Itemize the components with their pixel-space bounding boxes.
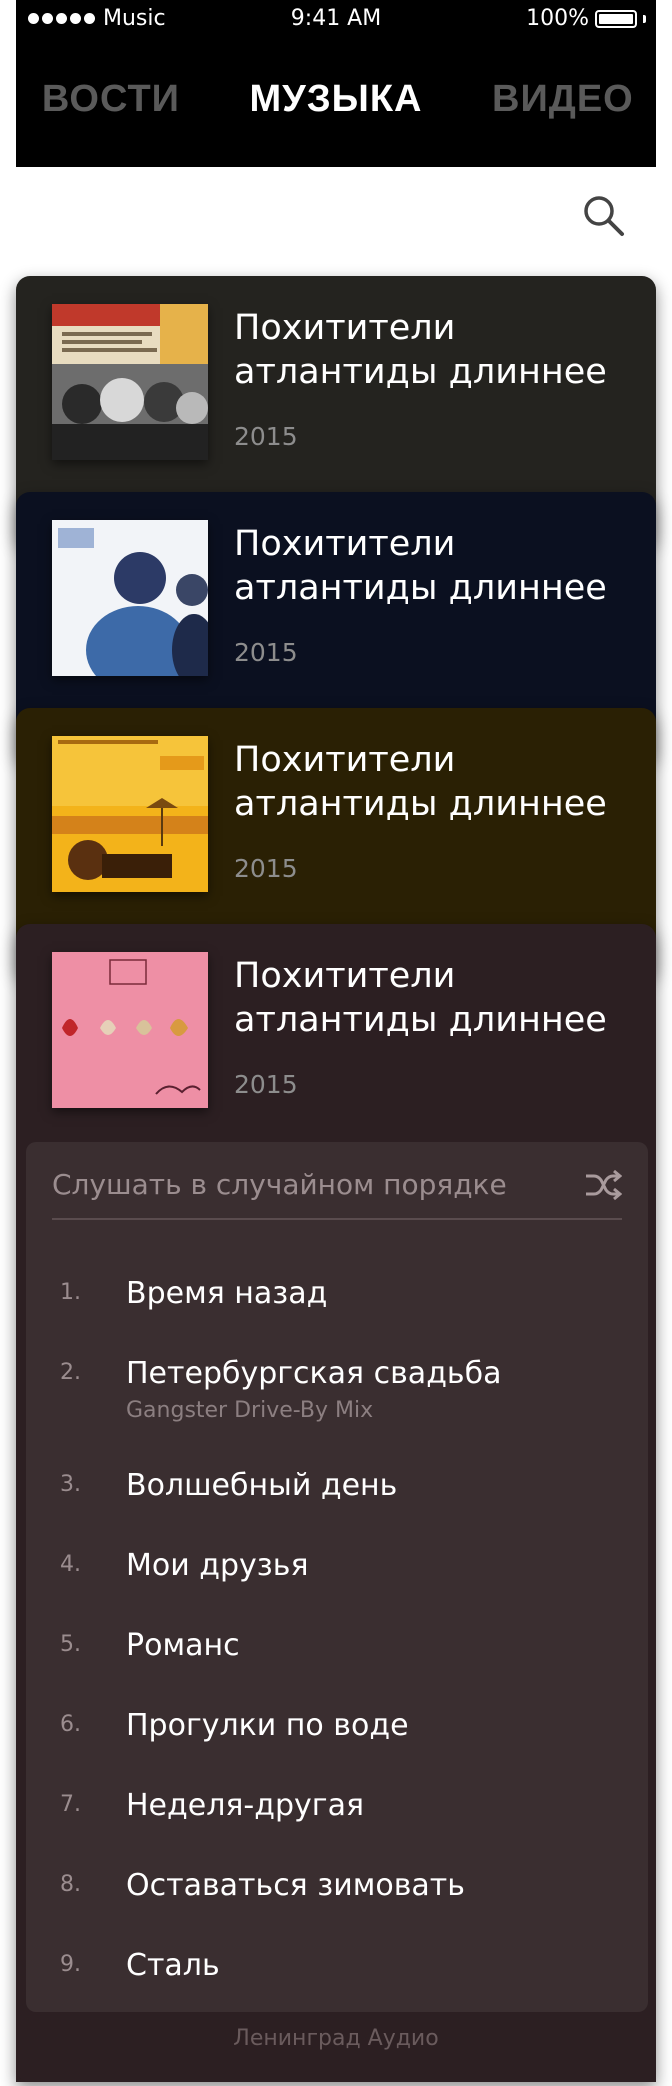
shuffle-label: Слушать в случайном порядке — [52, 1168, 507, 1201]
album-title: Похитители атлантиды длиннее — [234, 308, 607, 392]
track-number: 3. — [60, 1472, 81, 1497]
app-header: Music 9:41 AM 100% ВОСТИ МУЗЫКА ВИДЕО — [16, 0, 656, 167]
battery-group: 100% — [526, 6, 646, 31]
track-number: 1. — [60, 1280, 81, 1305]
album-cover — [52, 952, 208, 1108]
track-list: Слушать в случайном порядке 1. Время наз… — [26, 1142, 648, 2012]
track-number: 4. — [60, 1552, 81, 1577]
track-number: 2. — [60, 1360, 81, 1385]
section-tabs: ВОСТИ МУЗЫКА ВИДЕО — [16, 78, 656, 128]
album-year: 2015 — [234, 422, 298, 451]
track-number: 6. — [60, 1712, 81, 1737]
track-title: Оставаться зимовать — [126, 1868, 465, 1903]
album-cover — [52, 304, 208, 460]
battery-percent: 100% — [526, 6, 589, 31]
search-button[interactable] — [580, 192, 628, 240]
track-title: Петербургская свадьба — [126, 1356, 502, 1391]
album-title: Похитители атлантиды длиннее — [234, 524, 607, 608]
search-icon — [584, 196, 624, 236]
album-cover — [52, 520, 208, 676]
shuffle-row[interactable]: Слушать в случайном порядке — [52, 1156, 623, 1220]
battery-nub — [643, 14, 646, 23]
status-bar: Music 9:41 AM 100% — [16, 0, 656, 40]
artist-footer: Ленинград Аудио — [16, 2012, 656, 2082]
album-year: 2015 — [234, 638, 298, 667]
track-title: Неделя-другая — [126, 1788, 364, 1823]
track-subtitle: Gangster Drive-By Mix — [126, 1398, 374, 1423]
tab-video[interactable]: ВИДЕО — [492, 78, 634, 121]
track-number: 7. — [60, 1792, 81, 1817]
album-title: Похитители атлантиды длиннее — [234, 740, 607, 824]
album-cover — [52, 736, 208, 892]
track-title: Прогулки по воде — [126, 1708, 409, 1743]
track-title: Время назад — [126, 1276, 328, 1311]
album-year: 2015 — [234, 1070, 298, 1099]
track-number: 9. — [60, 1952, 81, 1977]
track-title: Волшебный день — [126, 1468, 398, 1503]
track-number: 8. — [60, 1872, 81, 1897]
track-title: Сталь — [126, 1948, 220, 1983]
track-title: Романс — [126, 1628, 240, 1663]
track-title: Мои друзья — [126, 1548, 309, 1583]
track-number: 5. — [60, 1632, 81, 1657]
artist-label[interactable]: Ленинград Аудио — [16, 2026, 656, 2051]
shuffle-icon[interactable] — [584, 1168, 623, 1202]
album-title: Похитители атлантиды длиннее — [234, 956, 607, 1040]
album-year: 2015 — [234, 854, 298, 883]
battery-icon — [595, 9, 637, 28]
